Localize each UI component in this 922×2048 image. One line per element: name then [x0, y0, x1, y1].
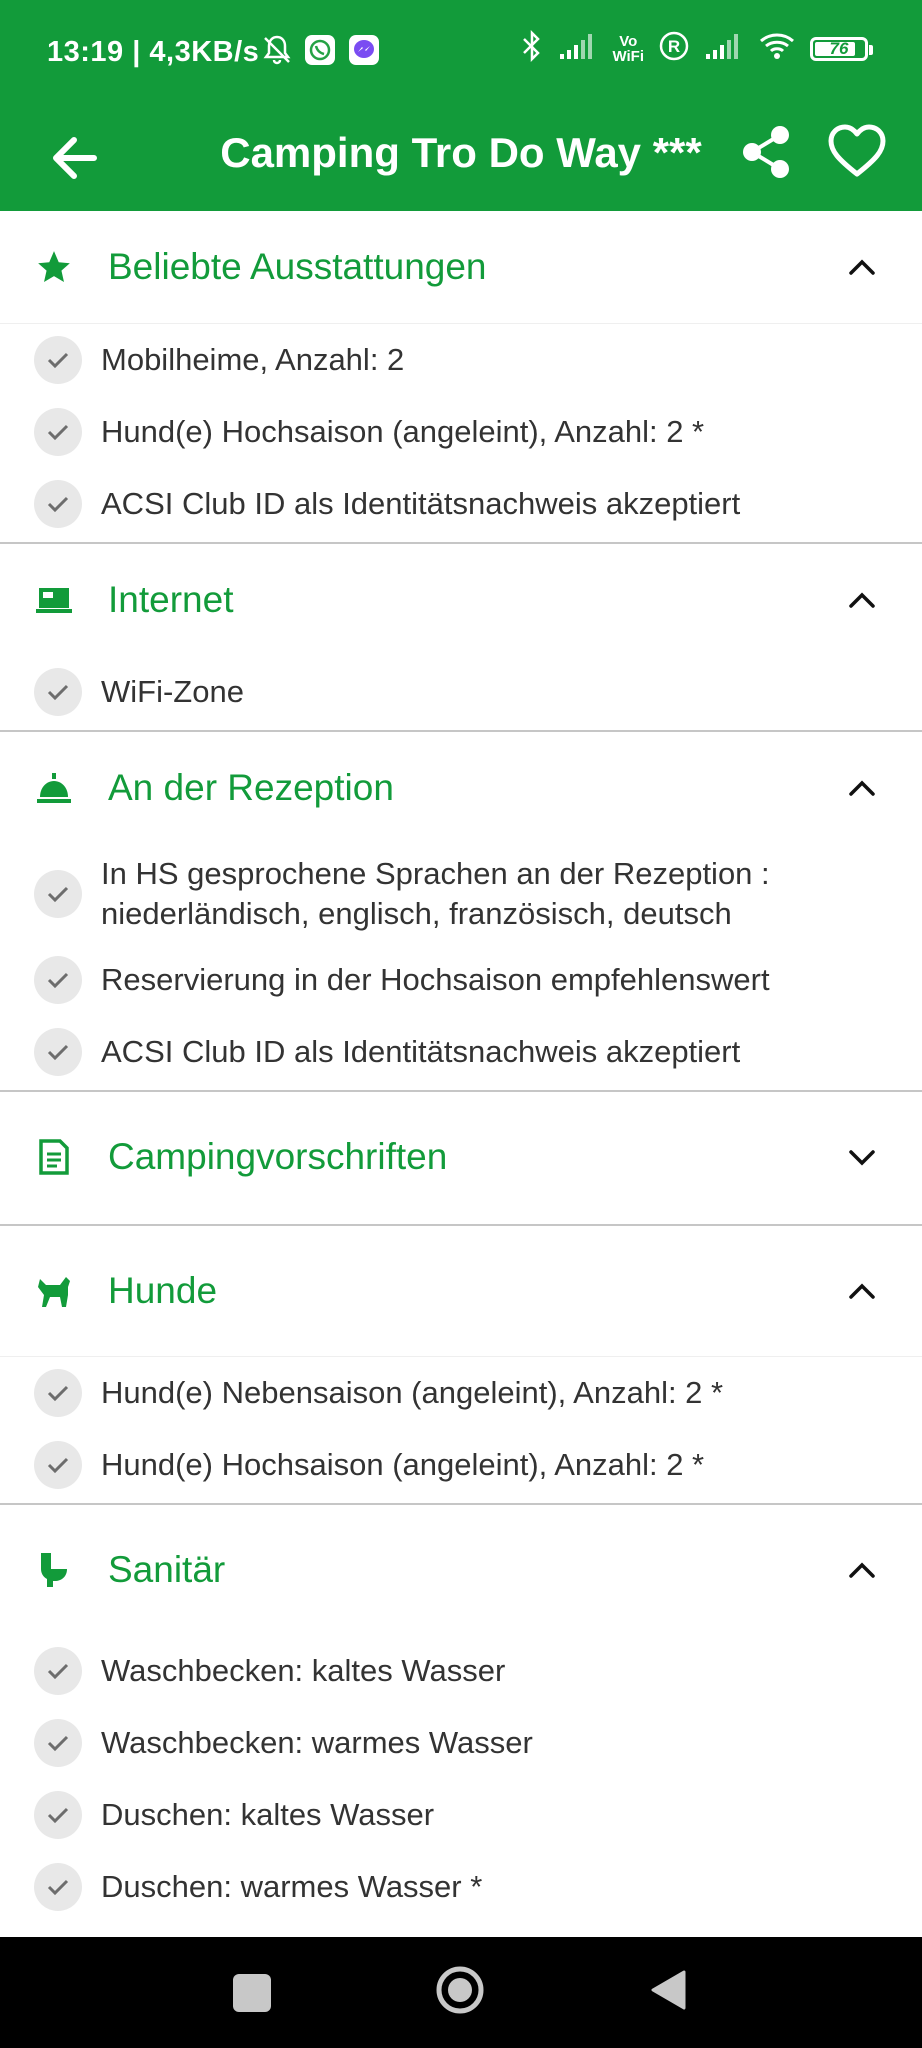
signal-icon: [558, 32, 598, 65]
check-icon: [34, 870, 82, 918]
section-title: Sanitär: [108, 1549, 226, 1590]
check-icon: [34, 668, 82, 716]
share-button[interactable]: [736, 121, 798, 183]
section-title: Campingvorschriften: [108, 1136, 448, 1177]
battery-icon: 76: [810, 36, 873, 61]
list-item: WiFi-Zone: [0, 656, 922, 728]
item-label: Waschbecken: warmes Wasser: [101, 1725, 533, 1760]
list-item: Duschen: kaltes Wasser: [0, 1779, 922, 1851]
status-bar: 13:19 | 4,3KB/s Vo WiFi R 76: [0, 0, 922, 105]
item-label: ACSI Club ID als Identitätsnachweis akze…: [101, 486, 741, 521]
recents-square-icon[interactable]: [233, 1974, 271, 2012]
item-label: Waschbecken: kaltes Wasser: [101, 1653, 506, 1688]
list-item: ACSI Club ID als Identitätsnachweis akze…: [0, 468, 922, 540]
list-item: Reservierung in der Hochsaison empfehlen…: [0, 944, 922, 1016]
laptop-icon: [34, 580, 74, 620]
facilities-list: Beliebte Ausstattungen Mobilheime, Anzah…: [0, 211, 922, 1937]
section-header[interactable]: Campingvorschriften: [0, 1092, 922, 1222]
reception-bell-icon: [34, 768, 74, 808]
section-header[interactable]: Internet: [0, 544, 922, 656]
check-icon: [34, 1791, 82, 1839]
chevron-up-icon[interactable]: [842, 1550, 882, 1590]
signal-icon: [704, 32, 744, 65]
chevron-up-icon[interactable]: [842, 1271, 882, 1311]
whatsapp-icon: [304, 34, 336, 71]
system-nav-bar: [0, 1937, 922, 2048]
check-icon: [34, 480, 82, 528]
section-hunde: Hunde Hund(e) Nebensaison (angeleint), A…: [0, 1226, 922, 1505]
check-icon: [34, 956, 82, 1004]
star-icon: [34, 247, 74, 287]
item-label: In HS gesprochene Sprachen an der Rezept…: [101, 856, 770, 931]
item-label: ACSI Club ID als Identitätsnachweis akze…: [101, 1034, 741, 1069]
back-triangle-icon[interactable]: [648, 1968, 688, 2012]
dog-icon: [34, 1271, 74, 1311]
home-circle-icon[interactable]: [435, 1965, 485, 2015]
section-header[interactable]: Hunde: [0, 1226, 922, 1356]
list-item: Hund(e) Hochsaison (angeleint), Anzahl: …: [0, 396, 922, 468]
section-beliebte-ausstattungen: Beliebte Ausstattungen Mobilheime, Anzah…: [0, 211, 922, 544]
item-label: Duschen: warmes Wasser *: [101, 1869, 483, 1904]
check-icon: [34, 1719, 82, 1767]
bell-off-icon: [262, 34, 292, 71]
vowifi-icon: Vo WiFi: [612, 34, 644, 64]
bluetooth-icon: [520, 29, 544, 67]
check-icon: [34, 1369, 82, 1417]
item-label: Reservierung in der Hochsaison empfehlen…: [101, 962, 770, 997]
list-item: Waschbecken: warmes Wasser: [0, 1707, 922, 1779]
wifi-icon: [758, 31, 796, 66]
check-icon: [34, 1863, 82, 1911]
section-campingvorschriften: Campingvorschriften: [0, 1092, 922, 1226]
check-icon: [34, 408, 82, 456]
favorite-button[interactable]: [826, 121, 892, 183]
vowifi-line2: WiFi: [612, 47, 644, 65]
section-title: Hunde: [108, 1270, 218, 1311]
section-an-der-rezeption: An der Rezeption In HS gesprochene Sprac…: [0, 732, 922, 1092]
section-title: Internet: [108, 579, 234, 620]
status-time-speed: 13:19 | 4,3KB/s: [47, 36, 260, 68]
messenger-icon: [348, 34, 380, 71]
roaming-icon: R: [658, 30, 690, 67]
list-item: Waschbecken: kaltes Wasser: [0, 1635, 922, 1707]
item-label: WiFi-Zone: [101, 674, 244, 709]
section-title: Beliebte Ausstattungen: [108, 246, 487, 287]
battery-percent: 76: [829, 38, 849, 58]
section-internet: Internet WiFi-Zone: [0, 544, 922, 732]
chevron-up-icon[interactable]: [842, 580, 882, 620]
list-item: Mobilheime, Anzahl: 2: [0, 324, 922, 396]
chevron-down-icon[interactable]: [842, 1137, 882, 1177]
document-icon: [34, 1137, 74, 1177]
share-icon: [743, 126, 789, 178]
section-header[interactable]: Beliebte Ausstattungen: [0, 211, 922, 323]
list-item: Hund(e) Hochsaison (angeleint), Anzahl: …: [0, 1429, 922, 1501]
check-icon: [34, 336, 82, 384]
section-header[interactable]: An der Rezeption: [0, 732, 922, 844]
item-label: Mobilheime, Anzahl: 2: [101, 342, 405, 377]
item-label: Duschen: kaltes Wasser: [101, 1797, 435, 1832]
section-header[interactable]: Sanitär: [0, 1505, 922, 1635]
list-item: Duschen: warmes Wasser *: [0, 1851, 922, 1923]
svg-text:R: R: [668, 37, 680, 56]
item-label: Hund(e) Nebensaison (angeleint), Anzahl:…: [101, 1375, 724, 1410]
list-item: Hund(e) Nebensaison (angeleint), Anzahl:…: [0, 1357, 922, 1429]
list-item: In HS gesprochene Sprachen an der Rezept…: [0, 844, 922, 944]
chevron-up-icon[interactable]: [842, 247, 882, 287]
check-icon: [34, 1647, 82, 1695]
check-icon: [34, 1441, 82, 1489]
check-icon: [34, 1028, 82, 1076]
toilet-icon: [34, 1550, 74, 1590]
heart-icon: [828, 124, 886, 177]
item-label: Hund(e) Hochsaison (angeleint), Anzahl: …: [101, 414, 705, 449]
section-title: An der Rezeption: [108, 767, 394, 808]
app-bar: Camping Tro Do Way ***: [0, 105, 922, 211]
section-sanitaer: Sanitär Waschbecken: kaltes Wasser Wasch…: [0, 1505, 922, 1923]
list-item: ACSI Club ID als Identitätsnachweis akze…: [0, 1016, 922, 1088]
item-label: Hund(e) Hochsaison (angeleint), Anzahl: …: [101, 1447, 705, 1482]
chevron-up-icon[interactable]: [842, 768, 882, 808]
